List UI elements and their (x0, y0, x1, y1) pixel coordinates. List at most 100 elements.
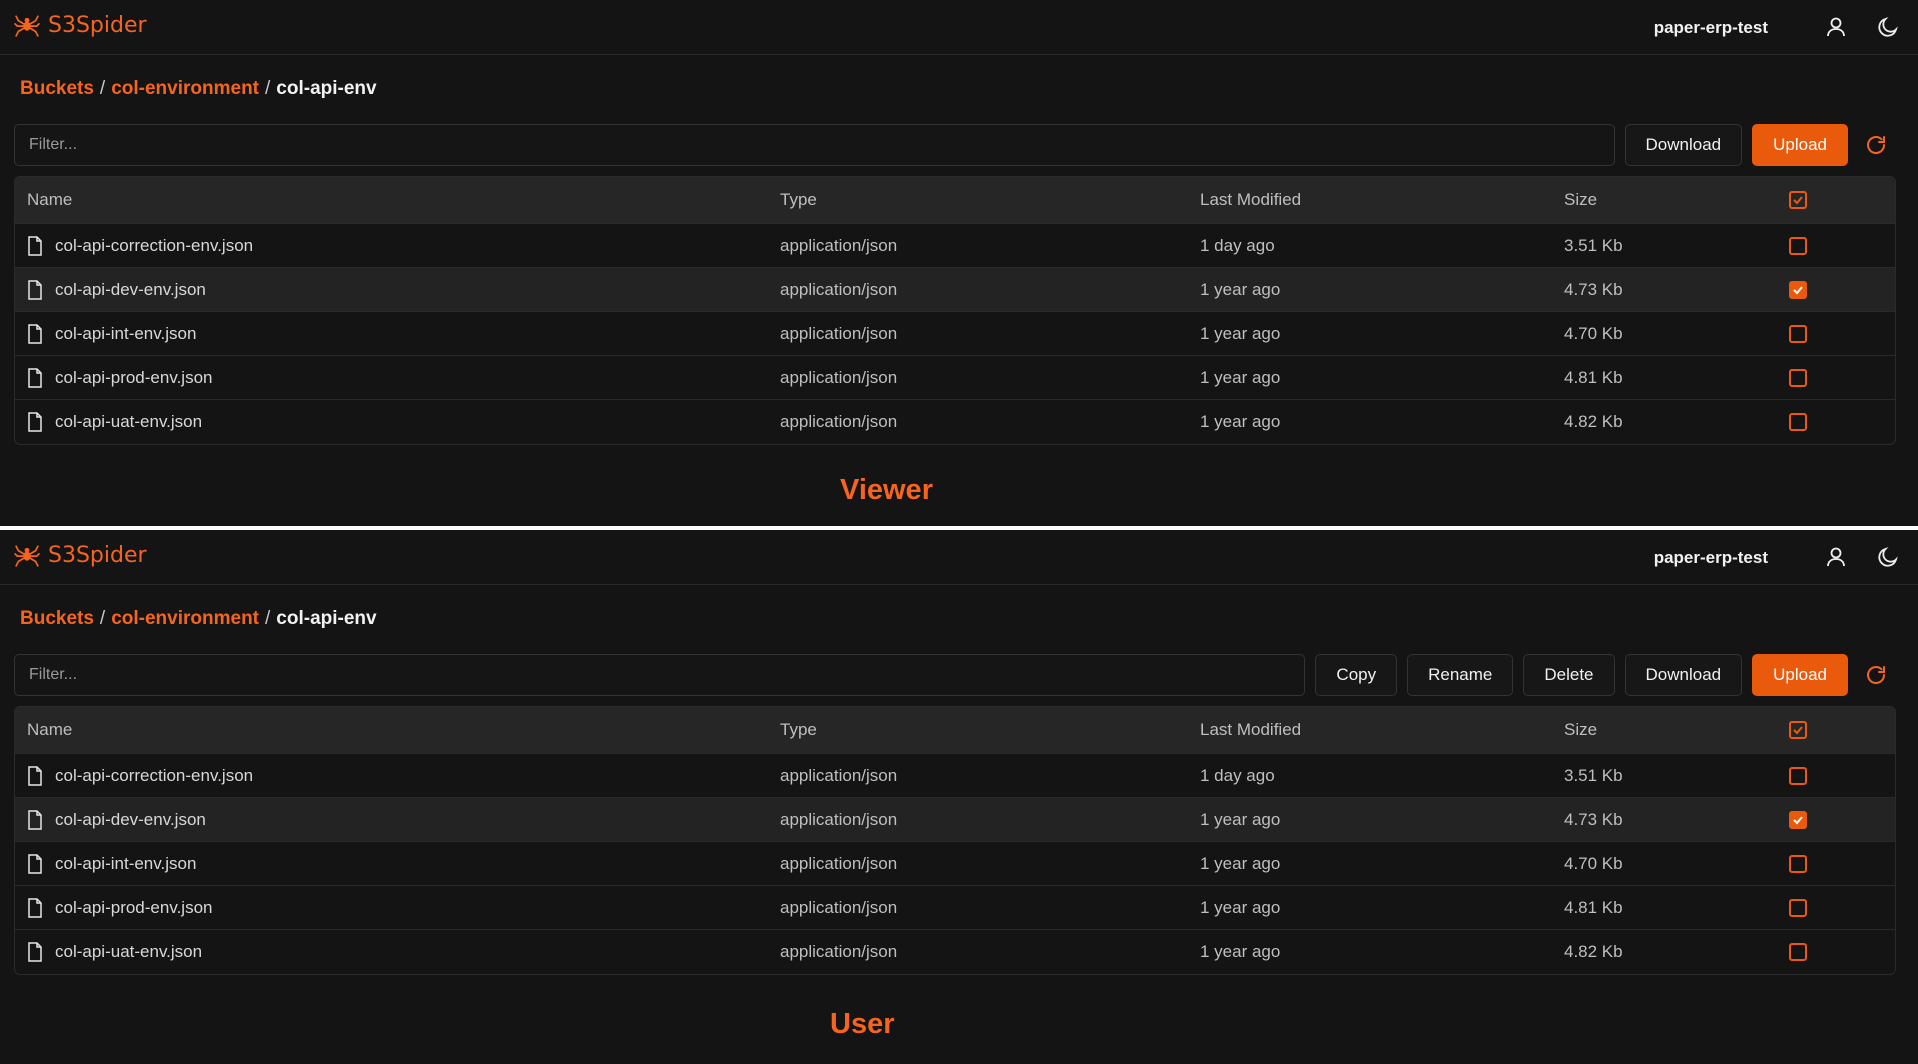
breadcrumb-bucket[interactable]: col-environment (111, 608, 259, 629)
file-size: 4.81 Kb (1564, 367, 1623, 387)
download-button[interactable]: Download (1624, 654, 1743, 696)
file-icon (28, 897, 42, 918)
select-all-checkbox[interactable] (1789, 191, 1807, 209)
spider-icon (14, 545, 40, 567)
file-type: application/json (780, 942, 898, 961)
delete-button[interactable]: Delete (1523, 654, 1615, 696)
user-icon[interactable] (1824, 545, 1848, 569)
file-name: col-api-dev-env.json (55, 279, 206, 299)
column-last-modified[interactable]: Last Modified (1200, 707, 1301, 753)
file-last-modified: 1 year ago (1200, 367, 1281, 387)
breadcrumb-bucket[interactable]: col-environment (111, 78, 259, 99)
app-name: S3Spider (48, 12, 147, 38)
file-icon (28, 367, 42, 388)
file-name-cell[interactable]: col-api-dev-env.json (27, 798, 206, 841)
brand[interactable]: S3Spider (14, 12, 147, 38)
row-checkbox[interactable] (1789, 324, 1807, 343)
row-checkbox[interactable] (1789, 280, 1807, 299)
column-name[interactable]: Name (27, 707, 72, 753)
breadcrumb-buckets[interactable]: Buckets (20, 78, 94, 99)
spider-icon (14, 15, 40, 37)
file-type: application/json (780, 367, 898, 387)
file-size: 4.73 Kb (1564, 279, 1623, 299)
table-row[interactable]: col-api-int-env.json application/json 1 ye… (15, 842, 1895, 886)
file-name: col-api-uat-env.json (55, 412, 203, 431)
file-name-cell[interactable]: col-api-uat-env.json (27, 930, 202, 974)
row-checkbox[interactable] (1789, 766, 1807, 785)
navbar: S3Spider paper-erp-test (0, 0, 1918, 55)
file-name-cell[interactable]: col-api-dev-env.json (27, 268, 206, 311)
file-last-modified: 1 day ago (1200, 765, 1275, 785)
file-table: Name Type Last Modified Size col-api-cor… (14, 706, 1896, 975)
file-name-cell[interactable]: col-api-prod-env.json (27, 356, 212, 399)
file-type: application/json (780, 323, 898, 343)
column-name[interactable]: Name (27, 177, 72, 223)
moon-icon[interactable] (1876, 545, 1900, 569)
table-row[interactable]: col-api-dev-env.json application/json 1 ye… (15, 268, 1895, 312)
table-row[interactable]: col-api-uat-env.json application/json 1 ye… (15, 930, 1895, 974)
file-last-modified: 1 year ago (1200, 323, 1281, 343)
row-checkbox[interactable] (1789, 236, 1807, 255)
table-body: col-api-correction-env.json application/j… (15, 224, 1895, 444)
file-size: 4.73 Kb (1564, 809, 1623, 829)
file-last-modified: 1 day ago (1200, 235, 1275, 255)
file-size: 4.82 Kb (1564, 942, 1623, 961)
upload-button[interactable]: Upload (1752, 124, 1848, 166)
file-name-cell[interactable]: col-api-correction-env.json (27, 224, 253, 267)
column-size[interactable]: Size (1564, 707, 1597, 753)
row-checkbox[interactable] (1789, 413, 1807, 431)
table-row[interactable]: col-api-correction-env.json application/j… (15, 224, 1895, 268)
row-checkbox[interactable] (1789, 854, 1807, 873)
rename-button[interactable]: Rename (1407, 654, 1514, 696)
file-type: application/json (780, 853, 898, 873)
table-row[interactable]: col-api-dev-env.json application/json 1 ye… (15, 798, 1895, 842)
table-row[interactable]: col-api-int-env.json application/json 1 ye… (15, 312, 1895, 356)
moon-icon[interactable] (1876, 15, 1900, 39)
row-checkbox[interactable] (1789, 943, 1807, 961)
file-icon (28, 412, 42, 432)
file-last-modified: 1 year ago (1200, 809, 1281, 829)
file-name-cell[interactable]: col-api-int-env.json (27, 312, 196, 355)
column-type[interactable]: Type (780, 177, 817, 223)
row-checkbox[interactable] (1789, 368, 1807, 387)
breadcrumb: Buckets / col-environment / col-api-env (20, 78, 377, 100)
file-icon (28, 853, 42, 874)
select-all-checkbox[interactable] (1789, 721, 1807, 739)
file-last-modified: 1 year ago (1200, 897, 1281, 917)
file-name: col-api-prod-env.json (55, 367, 213, 387)
column-size[interactable]: Size (1564, 177, 1597, 223)
file-name-cell[interactable]: col-api-prod-env.json (27, 886, 212, 929)
file-name: col-api-prod-env.json (55, 897, 213, 917)
row-checkbox[interactable] (1789, 810, 1807, 829)
column-type[interactable]: Type (780, 707, 817, 753)
app-name: S3Spider (48, 542, 147, 568)
download-button[interactable]: Download (1624, 124, 1743, 166)
file-name-cell[interactable]: col-api-uat-env.json (27, 400, 202, 444)
filter-input[interactable] (14, 654, 1306, 696)
breadcrumb-separator: / (99, 608, 106, 629)
file-table: Name Type Last Modified Size col-api-cor… (14, 176, 1896, 445)
file-name: col-api-int-env.json (55, 323, 197, 343)
refresh-icon[interactable] (1858, 657, 1894, 693)
file-name-cell[interactable]: col-api-int-env.json (27, 842, 196, 885)
brand[interactable]: S3Spider (14, 542, 147, 568)
table-row[interactable]: col-api-prod-env.json application/json 1 y… (15, 886, 1895, 930)
breadcrumb-current: col-api-env (276, 608, 377, 629)
refresh-icon[interactable] (1858, 127, 1894, 163)
table-row[interactable]: col-api-prod-env.json application/json 1 y… (15, 356, 1895, 400)
breadcrumb-buckets[interactable]: Buckets (20, 608, 94, 629)
row-checkbox[interactable] (1789, 898, 1807, 917)
table-row[interactable]: col-api-correction-env.json application/j… (15, 754, 1895, 798)
filter-input[interactable] (14, 124, 1615, 166)
file-last-modified: 1 year ago (1200, 853, 1281, 873)
user-icon[interactable] (1824, 15, 1848, 39)
file-name-cell[interactable]: col-api-correction-env.json (27, 754, 253, 797)
table-row[interactable]: col-api-uat-env.json application/json 1 ye… (15, 400, 1895, 444)
column-last-modified[interactable]: Last Modified (1200, 177, 1301, 223)
account-name: paper-erp-test (1653, 18, 1768, 37)
upload-button[interactable]: Upload (1752, 654, 1848, 696)
toolbar: Download Upload (14, 123, 1894, 167)
file-name: col-api-int-env.json (55, 853, 197, 873)
copy-button[interactable]: Copy (1315, 654, 1398, 696)
navbar: S3Spider paper-erp-test (0, 530, 1918, 585)
